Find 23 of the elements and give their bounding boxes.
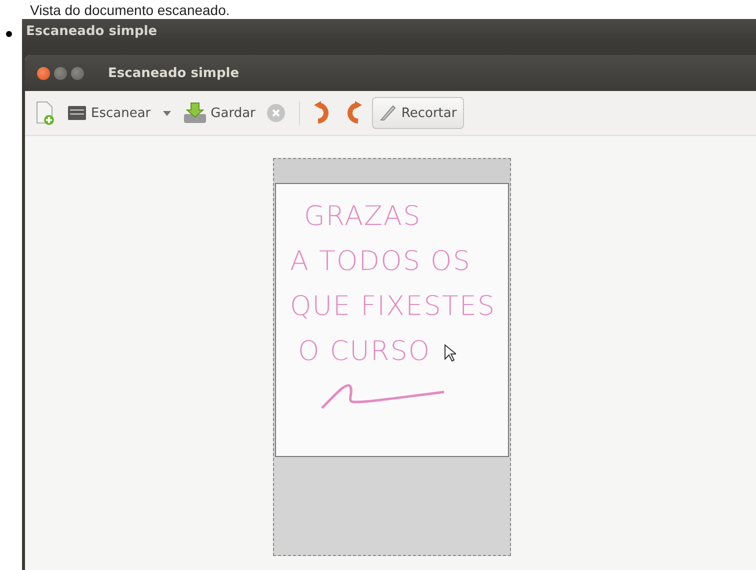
new-document-icon (35, 101, 55, 125)
stop-icon (267, 104, 286, 122)
bullet-icon (6, 31, 12, 37)
scan-button[interactable]: Escanear (65, 102, 153, 124)
caption-text: Vista do documento escaneado. (30, 2, 230, 18)
scan-menu-button[interactable] (160, 108, 173, 118)
save-button[interactable]: Gardar (180, 100, 258, 126)
handwritten-text: A TODOS OS (290, 245, 471, 279)
handwritten-text: O CURSO (298, 335, 431, 369)
window-title: Escaneado simple (26, 24, 158, 39)
maximize-button[interactable] (71, 66, 84, 80)
handwritten-text: QUE FIXESTES (290, 290, 496, 324)
dropdown-caret-icon (162, 110, 171, 116)
window-title: Escaneado simple (108, 66, 240, 80)
mouse-pointer-icon (444, 344, 456, 362)
scanner-icon (67, 104, 87, 122)
stop-button[interactable] (265, 102, 288, 124)
handwritten-text: GRAZAS (304, 200, 422, 234)
knife-icon (379, 104, 398, 122)
minimize-button[interactable] (54, 66, 67, 80)
crop-button[interactable]: Recortar (372, 97, 464, 129)
close-button[interactable] (37, 66, 50, 80)
download-arrow-icon (182, 102, 207, 124)
